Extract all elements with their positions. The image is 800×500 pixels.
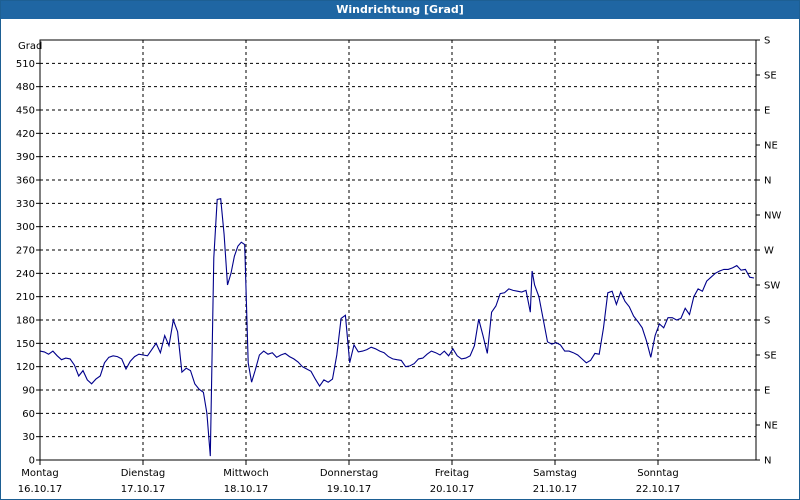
y-tick-label: 0	[29, 456, 35, 467]
y2-tick-label: SE	[764, 351, 777, 362]
grid-lines	[40, 39, 756, 460]
x-tick-date-label: 18.10.17	[224, 484, 269, 495]
y-tick-label: 270	[16, 246, 35, 257]
y2-tick-label: N	[764, 176, 771, 187]
x-tick-day-label: Donnerstag	[320, 468, 378, 479]
y-tick-label: 150	[16, 339, 35, 350]
y2-tick-label: NE	[764, 421, 778, 432]
y2-tick-label: S	[764, 316, 770, 327]
x-tick-date-label: 22.10.17	[636, 484, 681, 495]
y-tick-label: 30	[22, 432, 35, 443]
series-line-wind-direction	[39, 198, 755, 457]
y-tick-label: 210	[16, 292, 35, 303]
x-tick-date-label: 16.10.17	[18, 484, 63, 495]
x-tick-day-label: Sonntag	[637, 468, 679, 479]
y-tick-label: 90	[22, 386, 35, 397]
y2-tick-label: N	[764, 456, 771, 467]
y2-tick-label: W	[764, 246, 774, 257]
x-tick-day-label: Mittwoch	[223, 468, 268, 479]
y-tick-label: 60	[22, 409, 35, 420]
y2-tick-label: SE	[764, 71, 777, 82]
y-axis-label: Grad	[18, 41, 42, 52]
x-tick-day-label: Freitag	[435, 468, 469, 479]
y2-tick-label: NW	[764, 211, 781, 222]
y-tick-label: 360	[16, 176, 35, 187]
y-tick-label: 450	[16, 106, 35, 117]
y-tick-label: 180	[16, 316, 35, 327]
y2-tick-label: E	[764, 386, 770, 397]
y2-axis-ticks: N NE E SE S SW W NW N NE E SE S	[756, 36, 781, 467]
x-tick-day-label: Montag	[21, 468, 58, 479]
y-tick-label: 510	[16, 59, 35, 70]
y-tick-label: 420	[16, 129, 35, 140]
y2-tick-label: E	[764, 106, 770, 117]
x-axis-ticks: Montag 16.10.17 Dienstag 17.10.17 Mittwoch 18…	[18, 460, 681, 495]
y-tick-label: 240	[16, 269, 35, 280]
x-tick-day-label: Dienstag	[121, 468, 166, 479]
y-tick-label: 480	[16, 82, 35, 93]
series-layer	[39, 198, 755, 457]
x-tick-date-label: 17.10.17	[121, 484, 166, 495]
y-tick-label: 330	[16, 199, 35, 210]
y-tick-label: 120	[16, 362, 35, 373]
y2-tick-label: NE	[764, 141, 778, 152]
y-tick-label: 300	[16, 222, 35, 233]
x-tick-date-label: 19.10.17	[327, 484, 372, 495]
x-tick-date-label: 21.10.17	[533, 484, 578, 495]
wind-direction-chart: Grad 0 30 60 90 120 150 180 210 240 270 300 330 360 3…	[16, 36, 782, 496]
x-tick-day-label: Samstag	[533, 468, 577, 479]
y-tick-label: 390	[16, 152, 35, 163]
y-axis-ticks: 0 30 60 90 120 150 180 210 240 270 300 330 360 390 420…	[16, 59, 40, 467]
x-tick-date-label: 20.10.17	[430, 484, 475, 495]
y2-tick-label: S	[764, 36, 770, 47]
y2-tick-label: SW	[764, 281, 780, 292]
